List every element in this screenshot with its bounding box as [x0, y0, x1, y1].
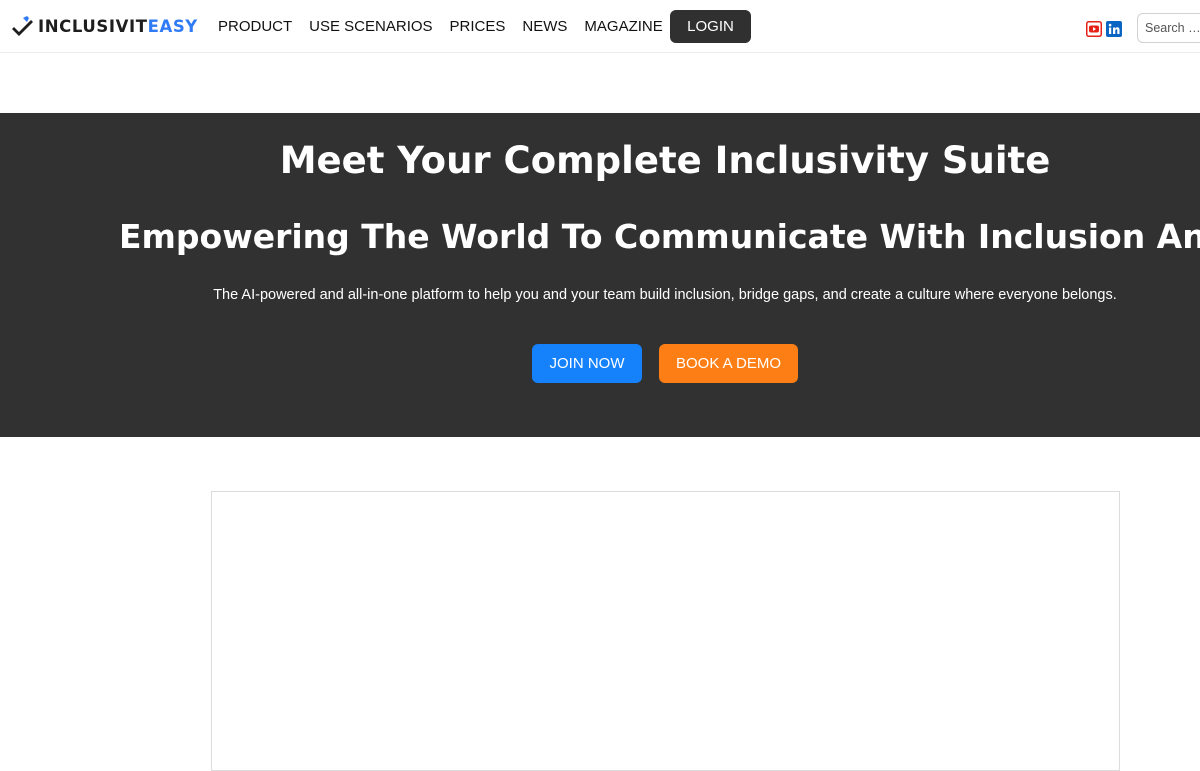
logo-text-main: INCLUSIVIT	[38, 16, 148, 36]
linkedin-link[interactable]	[1106, 21, 1122, 37]
search-input[interactable]	[1137, 13, 1200, 43]
hero-section: Meet Your Complete Inclusivity Suite Emp…	[0, 113, 1200, 437]
site-header: INCLUSIVITEASY PRODUCT USE SCENARIOS PRI…	[0, 0, 1200, 53]
hero-title: Meet Your Complete Inclusivity Suite	[279, 139, 1051, 182]
main-nav: PRODUCT USE SCENARIOS PRICES NEWS MAGAZI…	[218, 18, 680, 35]
logo-text: INCLUSIVITEASY	[38, 17, 198, 36]
nav-item-prices[interactable]: PRICES	[450, 18, 506, 35]
nav-item-news[interactable]: NEWS	[522, 18, 567, 35]
site-logo[interactable]: INCLUSIVITEASY	[12, 14, 198, 38]
checkmark-pencil-icon	[12, 15, 34, 37]
join-now-button[interactable]: JOIN NOW	[532, 344, 642, 383]
youtube-link[interactable]	[1086, 21, 1102, 37]
nav-item-product[interactable]: PRODUCT	[218, 18, 292, 35]
linkedin-icon	[1106, 21, 1122, 37]
youtube-icon	[1086, 21, 1102, 37]
hero-description: The AI-powered and all-in-one platform t…	[213, 287, 1117, 303]
logo-text-accent: EASY	[147, 16, 198, 36]
hero-subtitle: Empowering The World To Communicate With…	[119, 217, 1200, 256]
nav-item-use-scenarios[interactable]: USE SCENARIOS	[309, 18, 432, 35]
book-demo-button[interactable]: BOOK A DEMO	[659, 344, 798, 383]
nav-item-magazine[interactable]: MAGAZINE	[584, 18, 662, 35]
login-button[interactable]: LOGIN	[670, 10, 751, 43]
embedded-content-frame	[211, 491, 1120, 771]
